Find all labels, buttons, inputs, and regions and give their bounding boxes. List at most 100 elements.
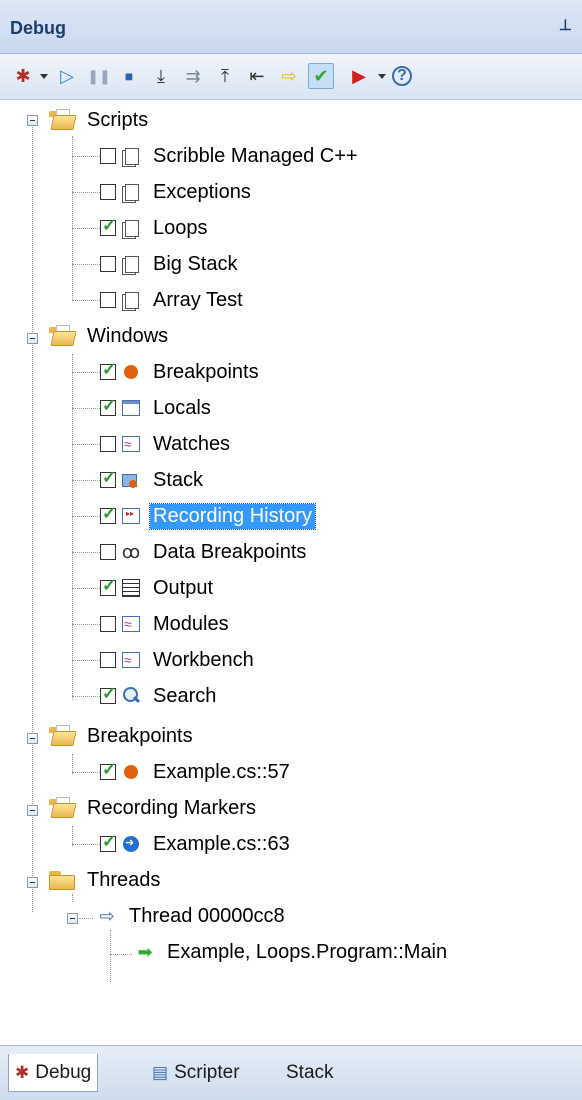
- stop-icon[interactable]: ■: [116, 63, 142, 89]
- breakpoint-item[interactable]: Example.cs::57: [100, 755, 293, 789]
- expander-breakpoints[interactable]: [27, 733, 38, 744]
- folder-open-icon: [48, 325, 77, 347]
- step-over-icon[interactable]: ⇉: [180, 63, 206, 89]
- thread-item[interactable]: ⇨ Thread 00000cc8: [96, 899, 288, 933]
- checkbox-checked[interactable]: [100, 504, 116, 524]
- tab-debug[interactable]: ✱ Debug: [8, 1054, 99, 1092]
- current-frame-arrow-icon: ➡: [137, 942, 153, 962]
- record-dropdown-chevron-down-icon[interactable]: [378, 74, 386, 79]
- checkbox[interactable]: [100, 436, 116, 452]
- checkbox[interactable]: [100, 652, 116, 668]
- checkbox[interactable]: [100, 292, 116, 308]
- step-out-icon[interactable]: ⤒: [212, 63, 238, 89]
- checkbox-checked[interactable]: [100, 576, 116, 596]
- script-item[interactable]: Exceptions: [100, 175, 254, 209]
- checkbox-checked[interactable]: [100, 468, 116, 488]
- window-item-workbench[interactable]: Workbench: [100, 643, 257, 677]
- stack-frame-item[interactable]: ➡ Example, Loops.Program::Main: [134, 935, 450, 969]
- script-label: Scribble Managed C++: [153, 144, 358, 167]
- checkbox[interactable]: [100, 148, 116, 164]
- window-item-data-breakpoints[interactable]: ꝏ Data Breakpoints: [100, 535, 309, 569]
- checkbox-checked[interactable]: [100, 832, 116, 852]
- step-into-icon[interactable]: ⤓: [148, 63, 174, 89]
- window-item-recording-history[interactable]: Recording History: [100, 499, 316, 533]
- script-doc-icon: [120, 145, 142, 167]
- folder-open-icon: [48, 797, 77, 819]
- tab-label: Debug: [35, 1061, 92, 1083]
- script-doc-icon: [120, 181, 142, 203]
- debug-bug-icon[interactable]: ✱: [10, 63, 36, 89]
- script-label: Big Stack: [153, 252, 238, 275]
- window-label-selected: Recording History: [149, 502, 316, 530]
- script-item[interactable]: Scribble Managed C++: [100, 139, 361, 173]
- tab-stack[interactable]: Stack: [280, 1054, 340, 1092]
- tab-label: Stack: [286, 1062, 334, 1083]
- step-back-icon[interactable]: ⇤: [244, 63, 270, 89]
- node-label: Breakpoints: [87, 724, 193, 747]
- breakpoint-label: Example.cs::57: [153, 760, 290, 783]
- script-item[interactable]: Big Stack: [100, 247, 240, 281]
- window-item-search[interactable]: Search: [100, 679, 219, 713]
- window-item-breakpoints[interactable]: Breakpoints: [100, 355, 262, 389]
- expander-recording-markers[interactable]: [27, 805, 38, 816]
- window-label: Breakpoints: [153, 360, 259, 383]
- window-item-locals[interactable]: Locals: [100, 391, 214, 425]
- tree-node-breakpoints[interactable]: Breakpoints: [48, 719, 196, 753]
- expander-scripts[interactable]: [27, 115, 38, 126]
- glasses-icon: ꝏ: [121, 542, 141, 562]
- window-item-modules[interactable]: Modules: [100, 607, 232, 641]
- debug-bug-icon: ✱: [15, 1062, 30, 1082]
- workbench-icon: [120, 649, 142, 671]
- checkbox-checked[interactable]: [100, 396, 116, 416]
- script-label: Exceptions: [153, 180, 251, 203]
- folder-open-icon: [48, 725, 77, 747]
- run-to-cursor-icon[interactable]: ⇨: [276, 63, 302, 89]
- checkbox-checked[interactable]: [100, 760, 116, 780]
- pin-icon[interactable]: ⊥: [559, 16, 572, 34]
- debug-tree: Scripts Scribble Managed C++ Exceptions …: [0, 100, 582, 1045]
- checkbox-checked[interactable]: [100, 684, 116, 704]
- recording-history-icon: [120, 505, 142, 527]
- frame-label: Example, Loops.Program::Main: [167, 940, 448, 963]
- thread-label: Thread 00000cc8: [129, 904, 285, 927]
- checkbox[interactable]: [100, 544, 116, 560]
- checkbox-checked[interactable]: [100, 216, 116, 236]
- tree-node-scripts[interactable]: Scripts: [48, 103, 151, 137]
- checkbox[interactable]: [100, 616, 116, 632]
- checkbox[interactable]: [100, 184, 116, 200]
- watches-icon: [120, 433, 142, 455]
- check-icon[interactable]: ✔: [308, 63, 334, 89]
- script-item[interactable]: Array Test: [100, 283, 246, 317]
- script-label: Loops: [153, 216, 208, 239]
- script-item[interactable]: Loops: [100, 211, 211, 245]
- window-item-watches[interactable]: Watches: [100, 427, 233, 461]
- locals-icon: [120, 397, 142, 419]
- script-doc-icon: [120, 217, 142, 239]
- expander-thread[interactable]: [67, 913, 78, 924]
- checkbox[interactable]: [100, 256, 116, 272]
- tree-node-windows[interactable]: Windows: [48, 319, 171, 353]
- run-icon[interactable]: ▷: [54, 63, 80, 89]
- debug-dropdown-chevron-down-icon[interactable]: [40, 74, 48, 79]
- recording-marker-label: Example.cs::63: [153, 832, 290, 855]
- tree-node-threads[interactable]: Threads: [48, 863, 163, 897]
- window-item-output[interactable]: Output: [100, 571, 216, 605]
- panel-title: Debug: [10, 18, 66, 38]
- expander-windows[interactable]: [27, 333, 38, 344]
- pause-icon[interactable]: ❚❚: [86, 63, 112, 89]
- help-icon[interactable]: ?: [392, 66, 412, 86]
- scripter-icon: ▤: [152, 1063, 169, 1082]
- expander-threads[interactable]: [27, 877, 38, 888]
- window-item-stack[interactable]: Stack: [100, 463, 206, 497]
- tab-scripter[interactable]: ▤ Scripter: [146, 1054, 246, 1092]
- node-label: Threads: [87, 868, 161, 891]
- recording-marker-item[interactable]: Example.cs::63: [100, 827, 293, 861]
- tree-node-recording-markers[interactable]: Recording Markers: [48, 791, 259, 825]
- debug-toolbar: ✱ ▷ ❚❚ ■ ⤓ ⇉ ⤒ ⇤ ⇨ ✔ ▶ ?: [0, 54, 582, 100]
- window-label: Modules: [153, 612, 229, 635]
- node-label: Windows: [87, 324, 169, 347]
- node-label: Recording Markers: [87, 796, 256, 819]
- checkbox-checked[interactable]: [100, 360, 116, 380]
- script-doc-icon: [120, 253, 142, 275]
- record-run-icon[interactable]: ▶: [346, 63, 372, 89]
